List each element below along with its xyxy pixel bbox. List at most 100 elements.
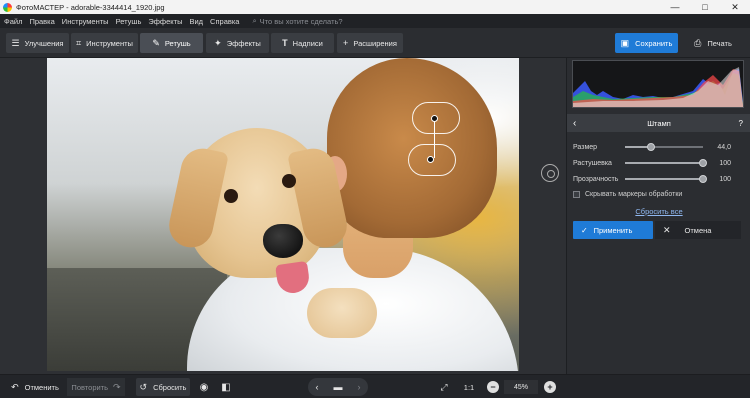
feather-label: Растушевка [573, 159, 612, 167]
printer-icon: ⎙ [694, 37, 702, 48]
actual-size-button[interactable]: 1:1 [460, 378, 478, 396]
menu-retouch[interactable]: Ретушь [116, 17, 142, 26]
menu-edit[interactable]: Правка [29, 17, 54, 26]
undo-icon: ↶ [11, 381, 19, 392]
tool-panel: ‹ Штамп ? Размер 44,0 Растушевка 100 Про… [566, 58, 750, 374]
compare-icon[interactable]: ◧ [218, 378, 234, 396]
window-controls: — □ ✕ [660, 0, 750, 14]
feather-value: 100 [719, 159, 731, 167]
histogram-graph [573, 67, 743, 107]
zoom-out-icon[interactable]: − [487, 381, 499, 393]
opacity-slider-row: Прозрачность 100 [573, 173, 745, 185]
size-slider-row: Размер 44,0 [573, 141, 745, 153]
opacity-slider[interactable] [625, 175, 707, 183]
checkmark-icon: ✓ [581, 225, 588, 235]
menu-file[interactable]: Файл [4, 17, 22, 26]
folder-icon[interactable]: ▬ [334, 382, 343, 392]
canvas-area[interactable] [0, 58, 566, 374]
apply-button-label: Применить [593, 225, 633, 235]
dog-left-eye [224, 189, 238, 203]
back-arrow-icon[interactable]: ‹ [573, 118, 576, 129]
main-toolbar: ☰ Улучшения ⌗ Инструменты ✎ Ретушь ✦ Эфф… [0, 28, 750, 58]
zoom-in-icon[interactable]: + [544, 381, 556, 393]
dog-paw [307, 288, 377, 338]
panel-header: ‹ Штамп ? [567, 114, 750, 132]
menu-help[interactable]: Справка [210, 17, 239, 26]
opacity-value: 100 [719, 175, 731, 183]
reset-button[interactable]: ↺ Сбросить [136, 378, 190, 396]
magic-wand-icon: ✦ [214, 37, 222, 48]
save-button-label: Сохранить [635, 38, 673, 48]
photo-canvas[interactable] [47, 58, 519, 371]
opacity-label: Прозрачность [573, 175, 619, 183]
app-logo-icon [3, 2, 12, 12]
tab-label: Ретушь [164, 38, 191, 48]
close-button[interactable]: ✕ [720, 0, 750, 14]
tab-label: Надписи [292, 38, 323, 48]
redo-label: Повторить [71, 382, 109, 392]
minimize-button[interactable]: — [660, 0, 690, 14]
hide-markers-row[interactable]: Скрывать маркеры обработки [573, 191, 682, 198]
undo-button[interactable]: ↶ Отменить [6, 378, 64, 396]
canvas-rotate-handle[interactable] [541, 164, 559, 182]
feather-slider-row: Растушевка 100 [573, 157, 745, 169]
tab-extensions[interactable]: + Расширения [337, 33, 403, 53]
menu-view[interactable]: Вид [189, 17, 203, 26]
save-button[interactable]: ▣ Сохранить [615, 33, 678, 53]
print-button[interactable]: ⎙ Печать [682, 33, 744, 53]
stamp-source-handle[interactable] [431, 115, 438, 122]
feather-slider-thumb[interactable] [699, 159, 707, 167]
text-icon: T [282, 38, 288, 48]
tab-enhancements[interactable]: ☰ Улучшения [6, 33, 69, 53]
apply-button[interactable]: ✓ Применить [573, 221, 653, 239]
zoom-level-field[interactable]: 45% [504, 380, 538, 394]
menu-tools[interactable]: Инструменты [62, 17, 109, 26]
sliders-icon: ☰ [11, 37, 20, 48]
opacity-slider-fill [625, 178, 703, 180]
floppy-disk-icon: ▣ [620, 37, 630, 48]
previous-arrow-icon[interactable]: ‹ [316, 382, 319, 392]
command-search[interactable]: ⌕ Что вы хотите сделать? [252, 16, 342, 26]
opacity-slider-thumb[interactable] [699, 175, 707, 183]
crop-icon: ⌗ [76, 37, 82, 48]
command-search-placeholder: Что вы хотите сделать? [259, 16, 343, 26]
hide-markers-checkbox[interactable] [573, 191, 580, 198]
bottom-bar: ↶ Отменить Повторить ↷ ↺ Сбросить ◉ ◧ ‹ … [0, 374, 750, 398]
print-button-label: Печать [707, 38, 732, 48]
close-icon: ✕ [663, 224, 671, 235]
help-icon[interactable]: ? [739, 119, 743, 128]
size-value: 44,0 [717, 143, 731, 151]
reset-all-link[interactable]: Сбросить все [567, 207, 750, 216]
tab-label: Улучшения [24, 38, 64, 48]
fit-to-screen-icon[interactable]: ⤢ [436, 378, 452, 396]
panel-title: Штамп [647, 118, 671, 128]
tab-captions[interactable]: T Надписи [271, 33, 334, 53]
stamp-target-handle[interactable] [427, 156, 434, 163]
histogram [572, 60, 744, 108]
size-slider-thumb[interactable] [647, 143, 655, 151]
next-arrow-icon[interactable]: › [358, 382, 361, 392]
redo-button[interactable]: Повторить ↷ [67, 378, 125, 396]
feather-slider[interactable] [625, 159, 707, 167]
feather-slider-fill [625, 162, 703, 164]
cancel-button[interactable]: ✕ Отмена [655, 221, 741, 239]
tab-tools[interactable]: ⌗ Инструменты [71, 33, 138, 53]
tab-effects[interactable]: ✦ Эффекты [206, 33, 269, 53]
brush-icon: ✎ [152, 37, 160, 48]
reset-icon: ↺ [139, 381, 148, 392]
tab-label: Инструменты [86, 38, 133, 48]
eye-icon[interactable]: ◉ [196, 378, 212, 396]
tab-label: Расширения [353, 38, 397, 48]
menu-bar: Файл Правка Инструменты Ретушь Эффекты В… [0, 14, 750, 28]
stamp-link-line [434, 122, 435, 158]
cancel-button-label: Отмена [684, 225, 712, 235]
size-label: Размер [573, 143, 598, 151]
undo-label: Отменить [24, 382, 59, 392]
tab-retouch[interactable]: ✎ Ретушь [140, 33, 203, 53]
menu-effects[interactable]: Эффекты [148, 17, 182, 26]
tab-label: Эффекты [226, 38, 261, 48]
size-slider[interactable] [625, 143, 703, 151]
title-bar: ФотоМАСТЕР - adorable-3344414_1920.jpg —… [0, 0, 750, 14]
maximize-button[interactable]: □ [690, 0, 720, 14]
dog-nose [263, 224, 303, 258]
